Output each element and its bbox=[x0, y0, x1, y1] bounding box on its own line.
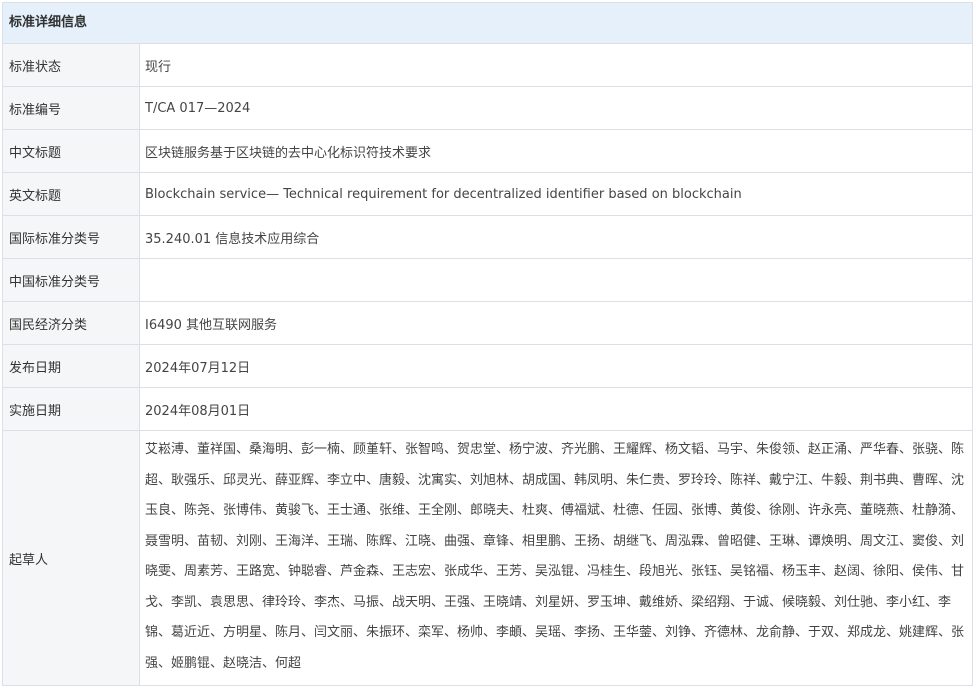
row-value-release-date: 2024年07月12日 bbox=[139, 344, 972, 388]
table-row: 国民经济分类 I6490 其他互联网服务 bbox=[3, 301, 972, 345]
table-row: 中国标准分类号 bbox=[3, 258, 972, 302]
row-value-ics: 35.240.01 信息技术应用综合 bbox=[139, 215, 972, 259]
table-row: 国际标准分类号 35.240.01 信息技术应用综合 bbox=[3, 215, 972, 259]
row-value-chinese-title: 区块链服务基于区块链的去中心化标识符技术要求 bbox=[139, 129, 972, 173]
table-row: 中文标题 区块链服务基于区块链的去中心化标识符技术要求 bbox=[3, 129, 972, 173]
row-label-implementation-date: 实施日期 bbox=[3, 387, 140, 431]
table-row: 起草人 艾崧溥、董祥国、桑海明、彭一楠、顾堇轩、张智鸣、贺忠堂、杨宁波、齐光鹏、… bbox=[3, 430, 972, 686]
row-label-chinese-title: 中文标题 bbox=[3, 129, 140, 173]
row-value-number: T/CA 017—2024 bbox=[139, 86, 972, 130]
row-label-economic-class: 国民经济分类 bbox=[3, 301, 140, 345]
table-row: 标准编号 T/CA 017—2024 bbox=[3, 86, 972, 130]
row-label-ccs: 中国标准分类号 bbox=[3, 258, 140, 302]
row-value-ccs bbox=[139, 258, 972, 302]
panel-title: 标准详细信息 bbox=[3, 3, 972, 44]
detail-table: 标准状态 现行 标准编号 T/CA 017—2024 中文标题 区块链服务基于区… bbox=[3, 44, 972, 686]
row-value-economic-class: I6490 其他互联网服务 bbox=[139, 301, 972, 345]
row-label-status: 标准状态 bbox=[3, 44, 140, 87]
table-row: 标准状态 现行 bbox=[3, 44, 972, 87]
row-value-implementation-date: 2024年08月01日 bbox=[139, 387, 972, 431]
row-label-drafters: 起草人 bbox=[3, 430, 140, 686]
row-label-number: 标准编号 bbox=[3, 86, 140, 130]
row-value-status: 现行 bbox=[139, 44, 972, 87]
row-label-release-date: 发布日期 bbox=[3, 344, 140, 388]
row-label-english-title: 英文标题 bbox=[3, 172, 140, 216]
table-row: 实施日期 2024年08月01日 bbox=[3, 387, 972, 431]
row-value-english-title: Blockchain service— Technical requiremen… bbox=[139, 172, 972, 216]
table-row: 英文标题 Blockchain service— Technical requi… bbox=[3, 172, 972, 216]
row-label-ics: 国际标准分类号 bbox=[3, 215, 140, 259]
row-value-drafters: 艾崧溥、董祥国、桑海明、彭一楠、顾堇轩、张智鸣、贺忠堂、杨宁波、齐光鹏、王耀辉、… bbox=[139, 430, 972, 686]
table-row: 发布日期 2024年07月12日 bbox=[3, 344, 972, 388]
standard-detail-panel: 标准详细信息 标准状态 现行 标准编号 T/CA 017—2024 中文标题 区… bbox=[2, 2, 973, 686]
